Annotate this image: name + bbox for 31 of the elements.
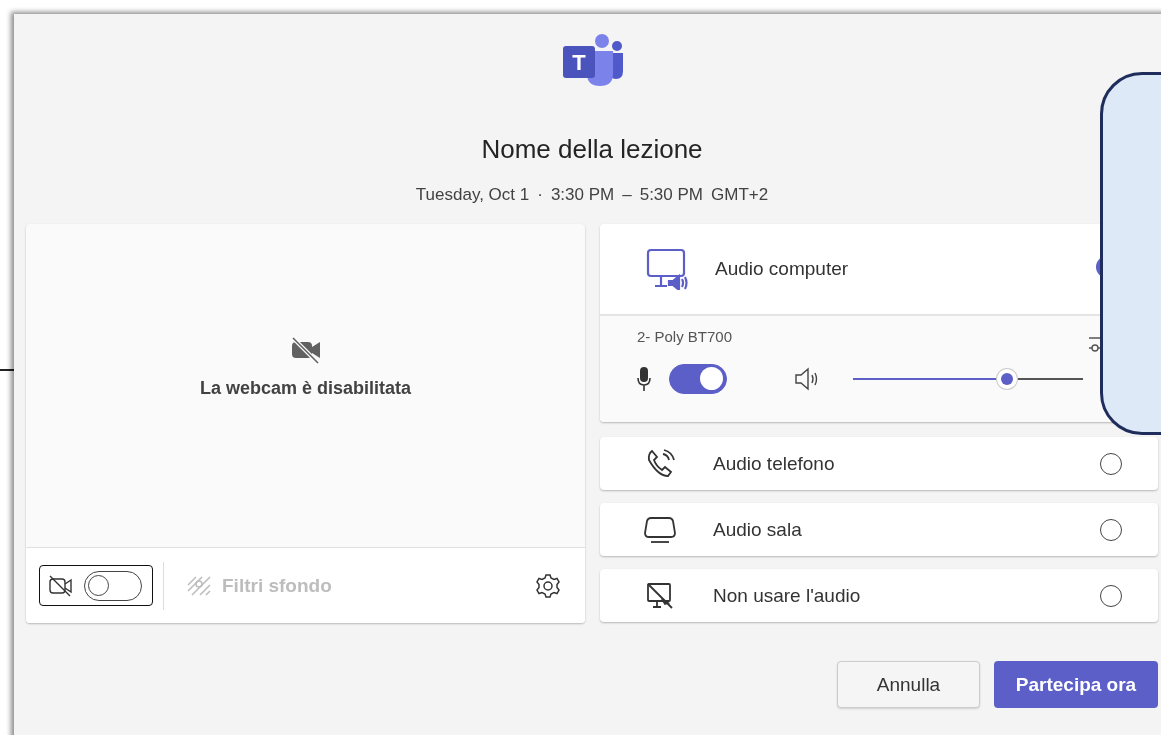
meeting-title: Nome della lezione — [481, 133, 703, 165]
toggle-switch[interactable] — [84, 570, 142, 601]
radio-button[interactable] — [1100, 518, 1122, 541]
microphone-icon — [637, 366, 651, 392]
start-time: 3:30 PM — [550, 184, 615, 206]
option-label: Audio telefono — [713, 452, 836, 475]
cancel-button[interactable]: Annulla — [837, 661, 980, 708]
date-separator: · — [537, 184, 543, 206]
audio-device-name: 2- Poly BT700 — [637, 328, 733, 345]
option-label: Audio sala — [713, 518, 803, 541]
app-logo: T — [563, 34, 623, 86]
time-separator: – — [622, 184, 632, 206]
timezone: GMT+2 — [711, 184, 769, 206]
join-button[interactable]: Partecipa ora — [994, 661, 1158, 708]
slider-thumb[interactable] — [997, 369, 1018, 389]
end-time: 5:30 PM — [639, 184, 703, 206]
settings-icon[interactable] — [535, 572, 561, 599]
option-label: Non usare l'audio — [713, 584, 862, 607]
meeting-date: Tuesday, Oct 1 — [415, 184, 530, 206]
background-effects-icon — [186, 574, 212, 597]
webcam-disabled-message: La webcam è disabilitata — [199, 378, 412, 399]
camera-off-icon — [289, 336, 322, 364]
microphone-toggle[interactable] — [669, 364, 727, 394]
room-speaker-icon — [643, 514, 677, 545]
monitor-speaker-icon — [645, 248, 689, 290]
camera-toggle[interactable] — [39, 565, 153, 606]
radio-button[interactable] — [1100, 584, 1122, 607]
radio-button[interactable] — [1100, 452, 1122, 475]
option-label: Audio computer — [715, 258, 849, 280]
monitor-off-icon — [645, 580, 675, 611]
camera-off-icon — [48, 573, 74, 598]
